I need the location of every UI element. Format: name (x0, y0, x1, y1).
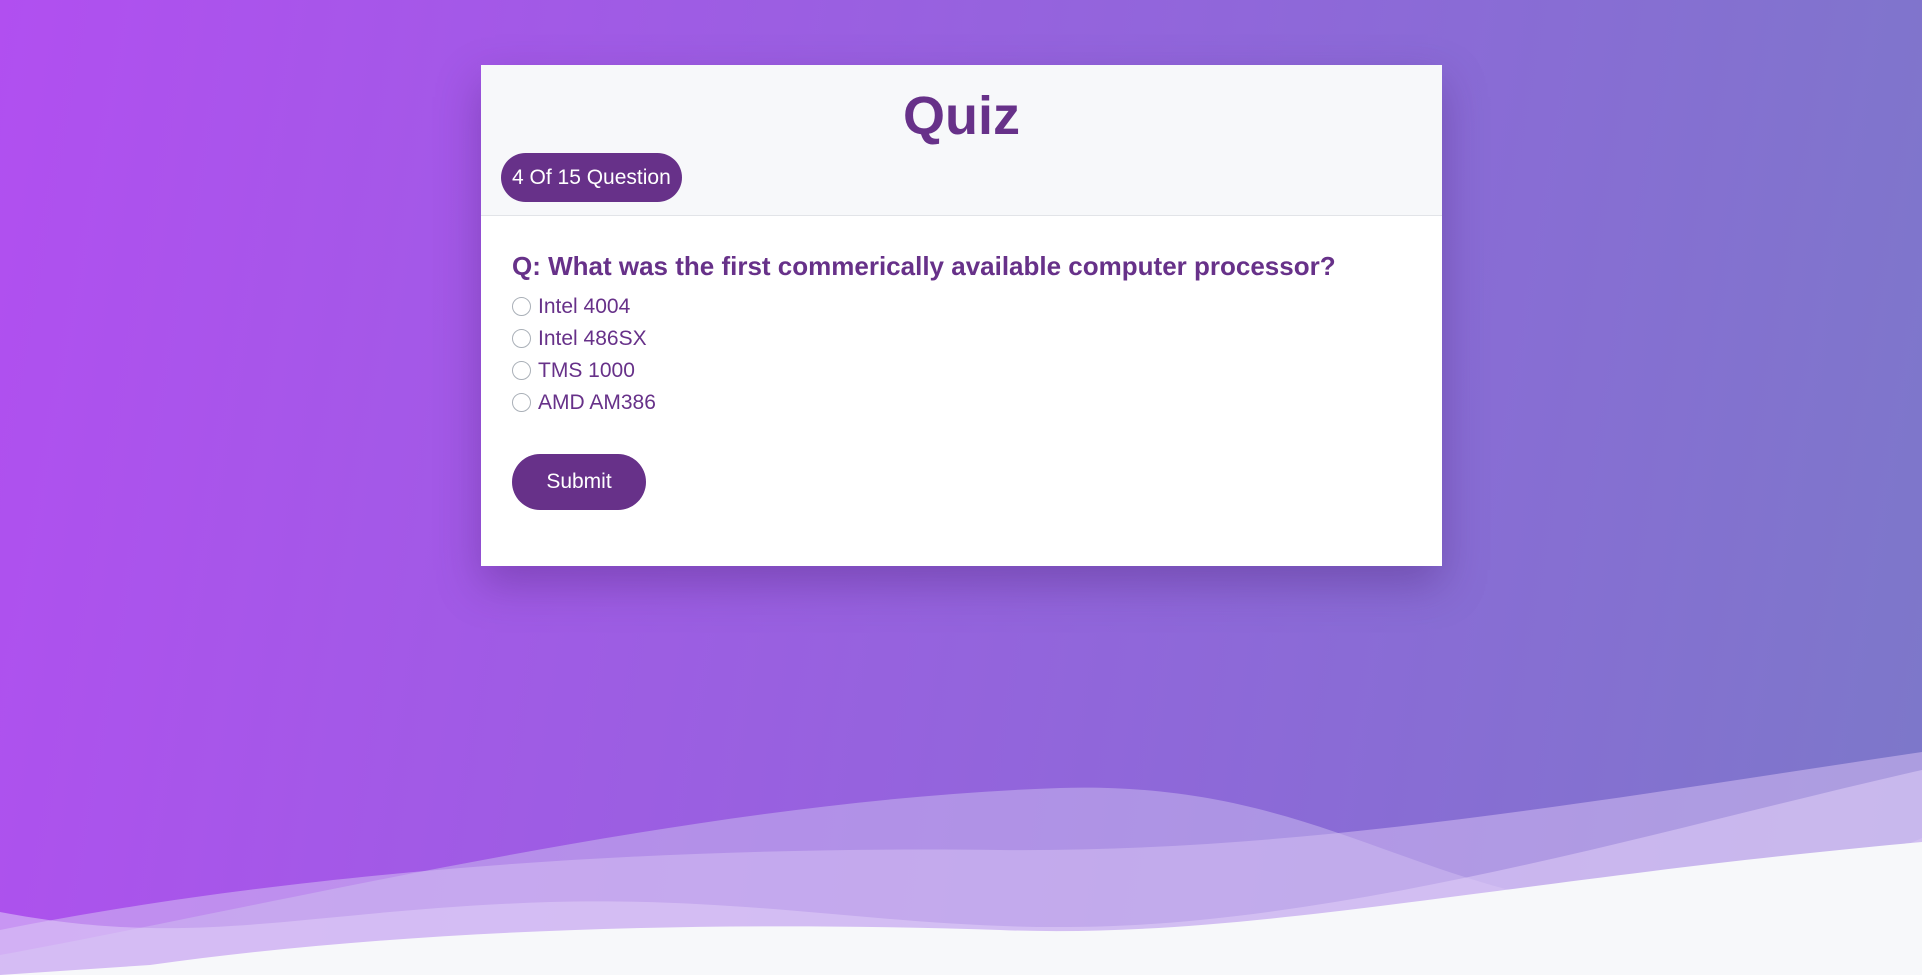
radio-button[interactable] (512, 297, 531, 316)
answer-label: AMD AM386 (538, 390, 656, 414)
wave-base (0, 842, 1922, 975)
answer-label: Intel 4004 (538, 294, 631, 318)
radio-button[interactable] (512, 361, 531, 380)
answer-label: Intel 486SX (538, 326, 647, 350)
quiz-card: Quiz 4 Of 15 Question Q: What was the fi… (481, 65, 1442, 566)
wave-layer-front (0, 770, 1922, 975)
answer-label: TMS 1000 (538, 358, 635, 382)
radio-button[interactable] (512, 393, 531, 412)
question-progress-badge: 4 Of 15 Question (501, 153, 682, 202)
card-body: Q: What was the first commerically avail… (481, 216, 1442, 510)
wave-layer-back (0, 787, 1922, 975)
submit-button[interactable]: Submit (512, 453, 646, 510)
radio-button[interactable] (512, 329, 531, 348)
question-text: Q: What was the first commerically avail… (512, 251, 1336, 281)
answer-option[interactable]: Intel 486SX (512, 323, 1411, 355)
quiz-title: Quiz (903, 86, 1020, 146)
answer-option[interactable]: TMS 1000 (512, 355, 1411, 387)
answer-option[interactable]: Intel 4004 (512, 291, 1411, 323)
wave-layer-middle (0, 752, 1922, 975)
card-header: Quiz 4 Of 15 Question (481, 65, 1442, 216)
answer-options: Intel 4004 Intel 486SX TMS 1000 AMD AM38… (512, 291, 1411, 419)
answer-option[interactable]: AMD AM386 (512, 387, 1411, 419)
